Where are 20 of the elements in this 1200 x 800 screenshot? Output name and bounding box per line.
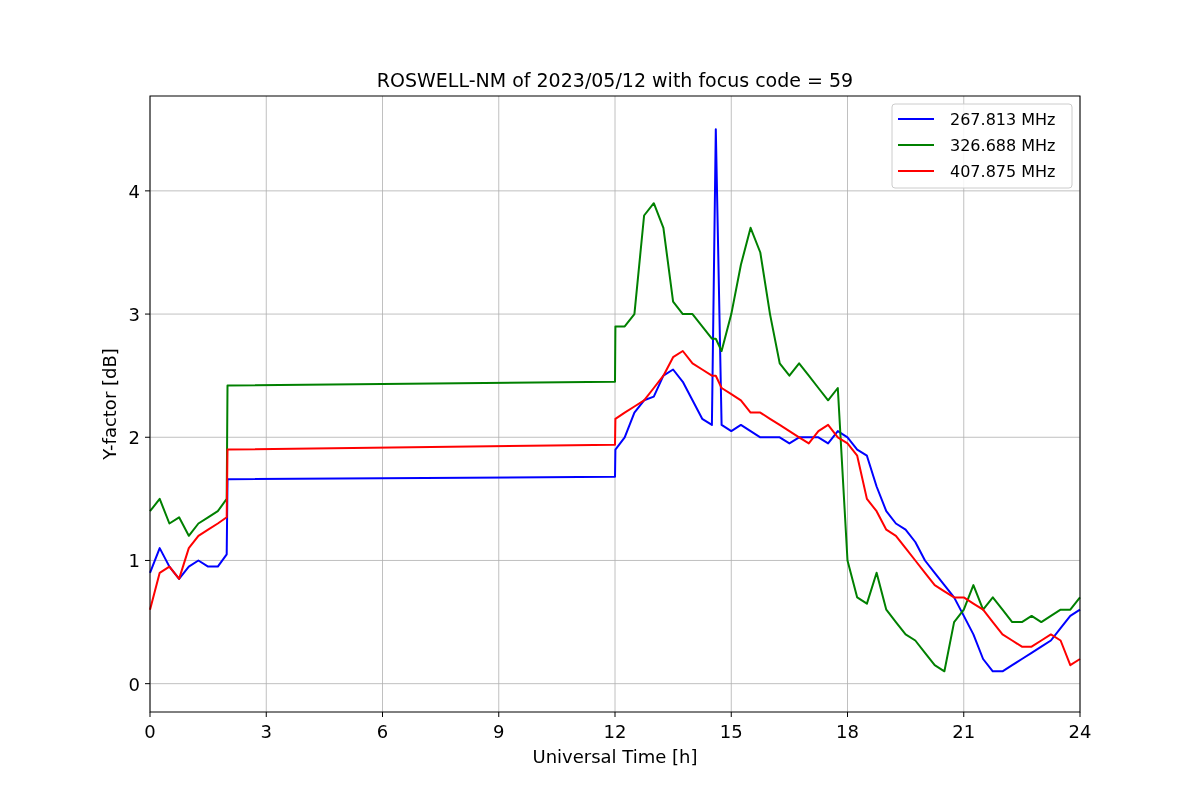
x-axis-label: Universal Time [h] (532, 746, 698, 767)
tick-label: 3 (128, 304, 140, 326)
tick-label: 21 (952, 721, 976, 742)
tick-label: 15 (719, 721, 743, 742)
tick-label: 24 (1068, 721, 1092, 742)
tick-label: 0 (128, 673, 140, 695)
tick-label: 6 (376, 721, 389, 742)
legend-label: 326.688 MHz (950, 136, 1056, 155)
tick-label: 12 (603, 721, 627, 742)
tick-label: 2 (128, 427, 140, 449)
tick-label: 18 (836, 721, 859, 742)
legend-label: 407.875 MHz (950, 162, 1056, 181)
tick-label: 1 (128, 550, 140, 572)
legend-label: 267.813 MHz (950, 110, 1056, 129)
tick-label: 3 (260, 721, 272, 742)
tick-label: 9 (493, 721, 505, 742)
tick-label: 0 (144, 721, 156, 742)
tick-label: 4 (128, 180, 140, 202)
y-axis-label: Y-factor [dB] (99, 348, 120, 460)
chart-title: ROSWELL-NM of 2023/05/12 with focus code = 59 (376, 69, 854, 91)
